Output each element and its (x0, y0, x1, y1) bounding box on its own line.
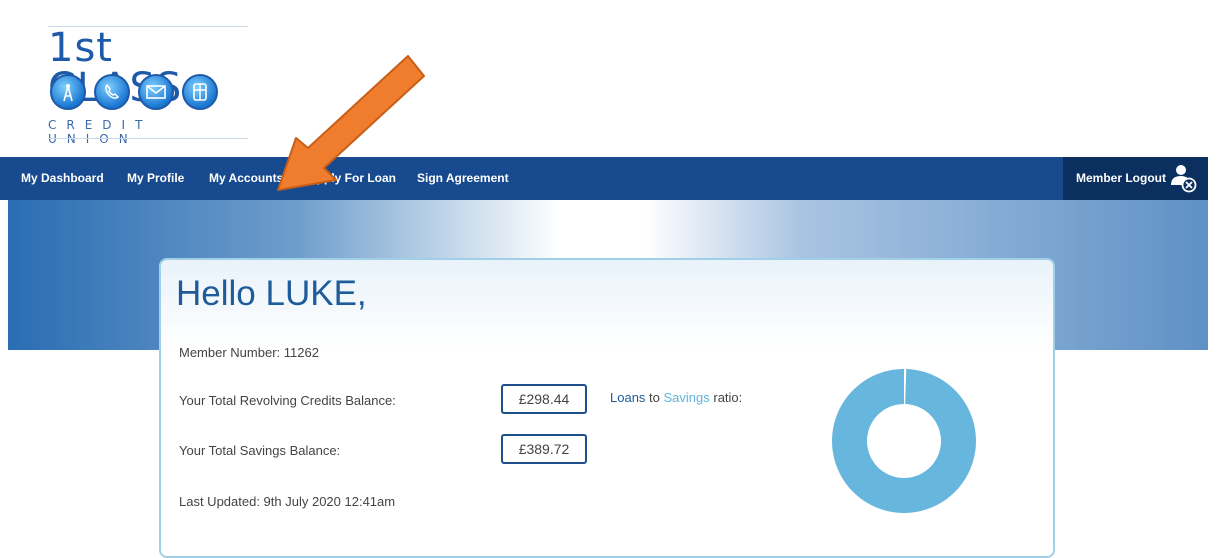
ratio-loans-word: Loans (610, 390, 646, 405)
member-number: Member Number: 11262 (179, 345, 319, 360)
ratio-suffix: ratio: (709, 390, 743, 405)
revolving-credits-label: Your Total Revolving Credits Balance: (179, 393, 396, 408)
loans-savings-donut-chart (832, 369, 976, 513)
nav-my-profile[interactable]: My Profile (127, 157, 184, 200)
antenna-icon (50, 74, 86, 110)
logo-subtitle: CREDIT UNION (48, 118, 153, 146)
logo-divider (48, 138, 248, 139)
nav-apply-for-loan[interactable]: Apply For Loan (308, 157, 396, 200)
ratio-savings-word: Savings (663, 390, 710, 405)
loans-savings-ratio-label: Loans to Savings ratio: (610, 390, 742, 405)
user-logout-icon (1171, 165, 1197, 193)
main-nav: My Dashboard My Profile My Accounts Appl… (0, 157, 1208, 200)
savings-balance: £389.72 (501, 434, 587, 464)
last-updated: Last Updated: 9th July 2020 12:41am (179, 494, 396, 509)
account-summary-card: Hello LUKE, Member Number: 11262 Your To… (159, 258, 1055, 558)
member-logout-button[interactable]: Member Logout (1063, 157, 1208, 200)
donut-slice-savings (832, 369, 976, 513)
greeting-title: Hello LUKE, (176, 274, 367, 313)
ratio-to-word: to (645, 390, 664, 405)
nav-sign-agreement[interactable]: Sign Agreement (417, 157, 509, 200)
header: 1st CLASS CREDIT UNION (0, 0, 1217, 157)
atm-card-icon (182, 74, 218, 110)
revolving-credits-balance: £298.44 (501, 384, 587, 414)
member-logout-label: Member Logout (1076, 171, 1166, 185)
savings-balance-label: Your Total Savings Balance: (179, 443, 341, 458)
logo-icons (50, 74, 218, 110)
phone-icon (94, 74, 130, 110)
nav-my-accounts[interactable]: My Accounts (209, 157, 283, 200)
logo[interactable]: 1st CLASS CREDIT UNION (40, 22, 250, 146)
nav-my-dashboard[interactable]: My Dashboard (21, 157, 104, 200)
mail-icon (138, 74, 174, 110)
